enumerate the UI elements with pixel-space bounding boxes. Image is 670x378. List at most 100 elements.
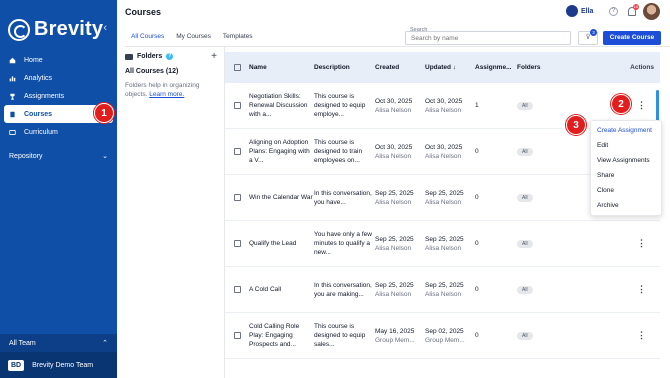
- updated-by: Alisa Nelson: [425, 152, 462, 160]
- table-row[interactable]: Cold Calling Role Play: Engaging Prospec…: [225, 313, 660, 359]
- row-checkbox[interactable]: [233, 148, 241, 155]
- home-icon: [9, 57, 16, 63]
- avatar[interactable]: [643, 3, 660, 20]
- folder-pill: All: [517, 147, 533, 156]
- select-all-checkbox[interactable]: [233, 64, 241, 71]
- brevity-logo[interactable]: Brevity: [8, 18, 103, 41]
- updated-cell: Sep 02, 2025 Group Mem...: [425, 327, 475, 345]
- table-row[interactable]: A Cold Call In this conversation, you are…: [225, 267, 660, 313]
- team-avatar: BD: [8, 359, 25, 371]
- updated-by: Alisa Nelson: [425, 290, 462, 298]
- menu-create-assignment[interactable]: Create Assignment: [591, 123, 661, 138]
- created-by: Group Mem...: [375, 336, 415, 344]
- menu-clone[interactable]: Clone: [591, 183, 661, 198]
- course-name[interactable]: Aligning on Adoption Plans: Engaging wit…: [249, 138, 314, 165]
- user-name: Ella: [581, 7, 594, 15]
- menu-view-assignments[interactable]: View Assignments: [591, 153, 661, 168]
- course-name[interactable]: Cold Calling Role Play: Engaging Prospec…: [249, 322, 314, 349]
- row-checkbox[interactable]: [233, 332, 241, 339]
- more-vertical-icon[interactable]: ⋮: [567, 284, 660, 295]
- assignment-count: 1: [475, 102, 479, 109]
- step-marker-3: 3: [566, 115, 586, 135]
- sidebar-item-label: Assignments: [24, 92, 65, 100]
- sidebar-item-label: Analytics: [24, 74, 53, 82]
- folder-cell: All: [517, 331, 567, 340]
- tab-my-courses[interactable]: My Courses: [170, 29, 217, 47]
- column-created[interactable]: Created: [375, 63, 425, 72]
- course-description: This course is designed to equip employe…: [314, 93, 366, 118]
- menu-share[interactable]: Share: [591, 168, 661, 183]
- updated-date: Oct 30, 2025: [425, 143, 463, 151]
- more-vertical-icon[interactable]: ⋮: [567, 238, 660, 249]
- assignment-count: 0: [475, 286, 479, 293]
- menu-archive[interactable]: Archive: [591, 198, 661, 213]
- page-title: Courses: [125, 7, 162, 17]
- learn-more-link[interactable]: Learn more.: [149, 91, 184, 98]
- course-description: In this conversation, you have...: [314, 189, 372, 206]
- user-menu[interactable]: Ella: [566, 5, 593, 17]
- trophy-icon: [10, 93, 15, 100]
- updated-cell: Sep 25, 2025 Alisa Nelson: [425, 281, 475, 299]
- step-marker-2: 2: [611, 94, 631, 114]
- folders-help-text: Folders help in organizing objects. Lear…: [125, 81, 221, 99]
- sidebar-item-curriculum[interactable]: Curriculum: [0, 123, 117, 141]
- folder-cell: All: [517, 285, 567, 294]
- step-marker-1: 1: [94, 103, 114, 123]
- more-vertical-icon[interactable]: ⋮: [567, 330, 660, 341]
- tab-all-courses[interactable]: All Courses: [125, 29, 171, 47]
- sidebar-item-assignments[interactable]: Assignments: [0, 87, 117, 105]
- info-icon[interactable]: ?: [166, 53, 174, 60]
- notification-badge: 10: [633, 4, 639, 10]
- row-checkbox[interactable]: [233, 102, 241, 109]
- filter-count-badge: 3: [590, 29, 597, 36]
- menu-edit[interactable]: Edit: [591, 138, 661, 153]
- team-name: Brevity Demo Team: [32, 361, 94, 369]
- course-description: This course is designed to equip sales..…: [314, 323, 366, 348]
- column-updated[interactable]: Updated ↓: [425, 63, 475, 72]
- course-name[interactable]: Negotiation Skills: Renewal Discussion w…: [249, 92, 314, 119]
- course-name[interactable]: Win the Calendar War: [249, 193, 314, 202]
- folder-pill: All: [517, 331, 533, 340]
- team-row[interactable]: BD Brevity Demo Team: [0, 352, 117, 378]
- row-checkbox[interactable]: [233, 194, 241, 201]
- row-checkbox[interactable]: [233, 286, 241, 293]
- sidebar-item-repository[interactable]: Repository ⌄: [0, 147, 117, 165]
- chevron-up-icon: ⌃: [102, 340, 108, 347]
- created-by: Alisa Nelson: [375, 152, 412, 160]
- sidebar-item-label: Courses: [24, 110, 53, 118]
- column-name[interactable]: Name: [249, 63, 314, 72]
- add-folder-button[interactable]: +: [211, 51, 217, 62]
- folders-panel: Folders ? + All Courses (12) Folders hel…: [117, 47, 225, 378]
- column-folders: Folders: [517, 64, 541, 71]
- folder-cell: All: [517, 101, 567, 110]
- tab-templates[interactable]: Templates: [217, 29, 259, 47]
- created-cell: Sep 25, 2025 Alisa Nelson: [375, 189, 425, 207]
- updated-by: Group Mem...: [425, 336, 465, 344]
- folder-pill: All: [517, 285, 533, 294]
- course-name[interactable]: Qualify the Lead: [249, 239, 314, 248]
- search-input[interactable]: [405, 31, 571, 45]
- course-name[interactable]: A Cold Call: [249, 285, 314, 294]
- logo-text: Brevity: [34, 18, 104, 40]
- created-cell: May 16, 2025 Group Mem...: [375, 327, 425, 345]
- create-course-button[interactable]: Create Course: [603, 31, 661, 45]
- sidebar-item-analytics[interactable]: Analytics: [0, 69, 117, 87]
- folder-cell: All: [517, 147, 567, 156]
- curriculum-icon: [9, 129, 16, 135]
- updated-by: Alisa Nelson: [425, 106, 462, 114]
- table-row[interactable]: Qualify the Lead You have only a few minu…: [225, 221, 660, 267]
- updated-cell: Sep 25, 2025 Alisa Nelson: [425, 189, 475, 207]
- help-icon[interactable]: ?: [609, 7, 618, 16]
- filter-icon: ⊽: [585, 34, 591, 41]
- book-icon: [10, 111, 15, 117]
- updated-date: Sep 02, 2025: [425, 327, 464, 335]
- sidebar: Brevity ‹ Home Analytics Assignments Cou…: [0, 0, 117, 378]
- sidebar-item-home[interactable]: Home: [0, 51, 117, 69]
- folder-all-courses[interactable]: All Courses (12): [125, 68, 224, 75]
- row-checkbox[interactable]: [233, 240, 241, 247]
- updated-date: Sep 25, 2025: [425, 281, 464, 289]
- chevron-left-icon[interactable]: ‹: [103, 22, 107, 34]
- team-switcher[interactable]: All Team ⌃: [0, 334, 117, 352]
- created-date: Sep 25, 2025: [375, 235, 414, 243]
- column-assignments[interactable]: Assignme...: [475, 64, 517, 71]
